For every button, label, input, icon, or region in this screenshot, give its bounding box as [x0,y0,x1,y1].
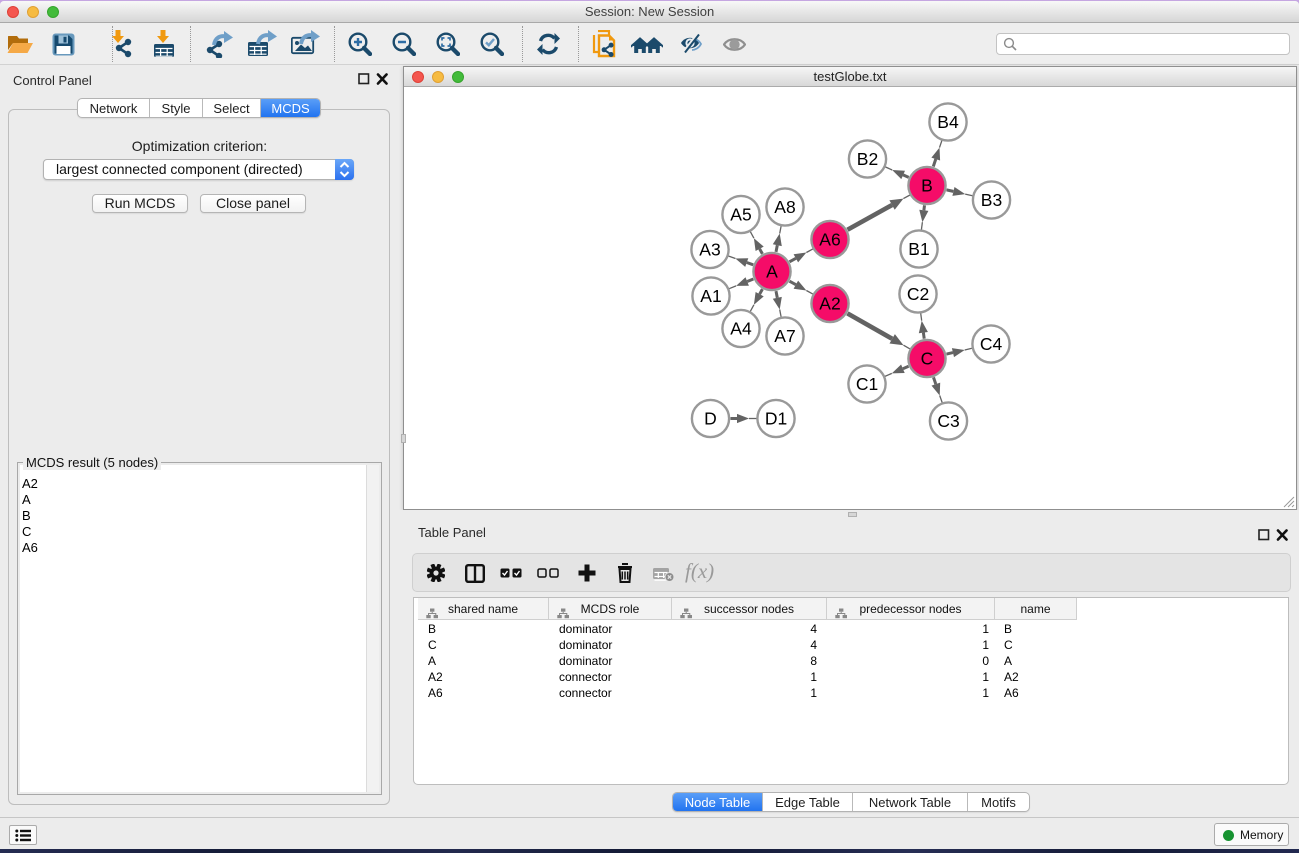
svg-text:A7: A7 [774,326,795,346]
svg-text:A3: A3 [699,240,720,260]
svg-text:D: D [704,409,717,429]
svg-text:B3: B3 [981,190,1002,210]
svg-text:A4: A4 [730,319,752,339]
svg-text:A6: A6 [819,230,840,250]
svg-text:B2: B2 [857,149,878,169]
svg-text:B: B [921,176,933,196]
svg-text:A1: A1 [700,286,721,306]
svg-text:D1: D1 [765,409,787,429]
svg-text:A8: A8 [774,197,795,217]
svg-text:C4: C4 [980,334,1003,354]
svg-text:C1: C1 [856,374,878,394]
svg-text:C2: C2 [907,284,929,304]
svg-text:C: C [921,349,934,369]
svg-text:A5: A5 [730,205,751,225]
svg-text:C3: C3 [937,411,959,431]
svg-text:B1: B1 [908,239,929,259]
svg-text:B4: B4 [937,112,959,132]
svg-text:A2: A2 [819,294,840,314]
svg-text:A: A [766,262,778,282]
